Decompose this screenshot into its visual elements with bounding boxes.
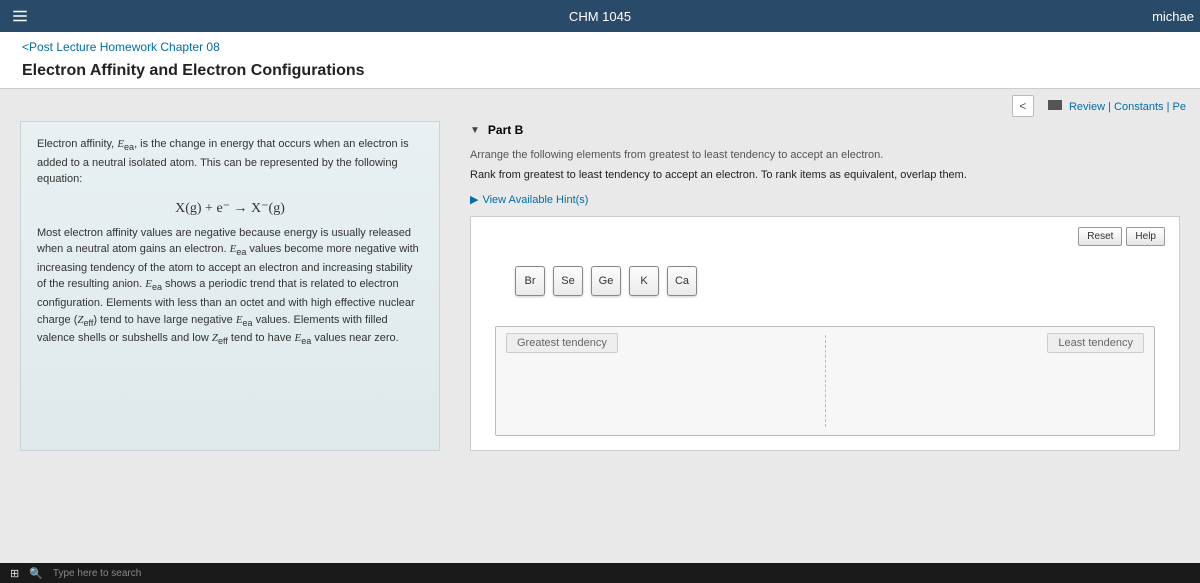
page-title: Electron Affinity and Electron Configura… [22,62,1178,80]
help-button[interactable]: Help [1126,227,1165,246]
instruction-2: Rank from greatest to least tendency to … [470,169,1180,181]
flag-icon [1048,100,1062,110]
least-label: Least tendency [1047,333,1144,353]
menu-icon[interactable] [0,7,40,25]
breadcrumb[interactable]: <Post Lecture Homework Chapter 08 [22,40,220,54]
taskbar: ⊞ 🔍 Type here to search [0,563,1200,583]
hints-toggle[interactable]: ▶View Available Hint(s) [470,193,1180,206]
instruction-1: Arrange the following elements from grea… [470,149,1180,161]
tile-br[interactable]: Br [515,266,545,296]
reset-button[interactable]: Reset [1078,227,1122,246]
greatest-label: Greatest tendency [506,333,618,353]
taskbar-search[interactable]: Type here to search [53,568,141,579]
collapse-icon[interactable]: ▼ [470,125,480,136]
constants-link[interactable]: Constants [1114,101,1164,113]
start-icon[interactable]: ⊞ [10,567,19,580]
periodic-table-link[interactable]: Pe [1173,101,1186,113]
ranking-workspace: Reset Help Br Se Ge K Ca Greatest tenden… [470,216,1180,451]
tile-k[interactable]: K [629,266,659,296]
course-title: CHM 1045 [569,9,631,24]
equation: X(g) + e⁻ → X⁻(g) [37,198,423,219]
top-links: Review | Constants | Pe [1048,100,1186,113]
part-label: Part B [488,123,523,137]
tile-tray: Br Se Ge K Ca [515,266,1165,296]
tile-ca[interactable]: Ca [667,266,697,296]
review-link[interactable]: Review [1069,101,1105,113]
user-name[interactable]: michae [1152,9,1194,24]
info-panel: Electron affinity, Eea, is the change in… [20,121,440,451]
search-icon[interactable]: 🔍 [29,567,43,580]
prev-button[interactable]: < [1012,95,1034,117]
drop-zone[interactable]: Greatest tendency Least tendency [495,326,1155,436]
tile-ge[interactable]: Ge [591,266,621,296]
tile-se[interactable]: Se [553,266,583,296]
